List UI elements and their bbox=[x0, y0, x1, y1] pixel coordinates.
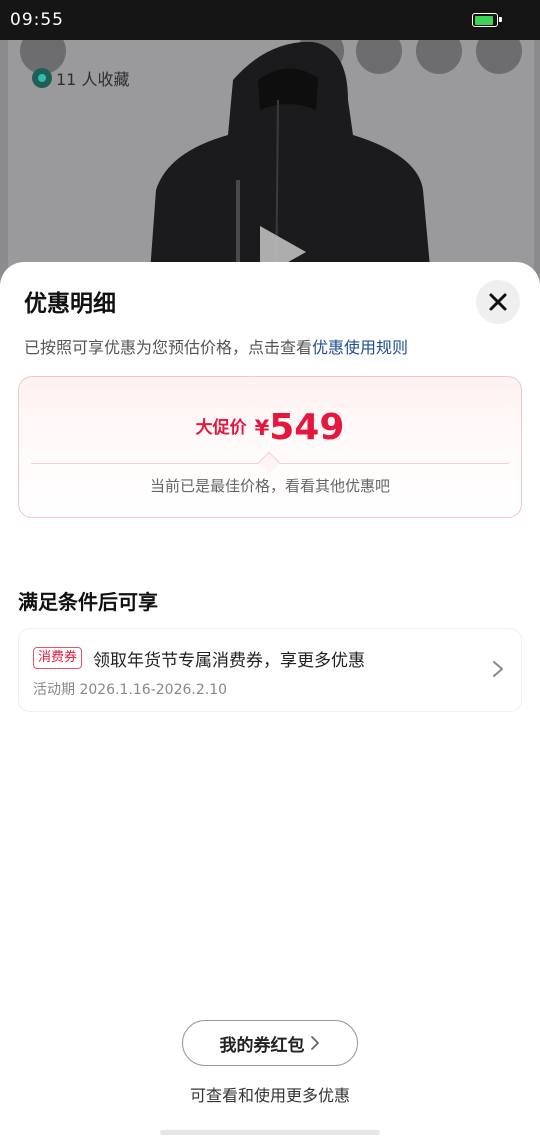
favorites-label: 11 人收藏 bbox=[56, 70, 130, 89]
product-image-frame: 11 人收藏 bbox=[8, 40, 534, 300]
close-icon bbox=[489, 293, 507, 311]
battery-icon bbox=[472, 13, 502, 27]
price-label: 大促价 bbox=[195, 418, 247, 438]
favorite-avatar-icon bbox=[32, 68, 52, 88]
discount-detail-sheet: 优惠明细 已按照可享优惠为您预估价格，点击查看优惠使用规则 大促价 ¥549 当前… bbox=[0, 262, 540, 1138]
more-button[interactable] bbox=[476, 40, 522, 74]
home-indicator bbox=[160, 1130, 380, 1135]
coupon-badge: 消费券 bbox=[33, 647, 83, 669]
coupon-card[interactable]: 消费券 领取年货节专属消费券，享更多优惠 活动期 2026.1.16-2026.… bbox=[18, 628, 522, 712]
wallet-note: 可查看和使用更多优惠 bbox=[189, 1086, 350, 1105]
price-value: 549 bbox=[269, 407, 345, 448]
coupon-text: 领取年货节专属消费券，享更多优惠 bbox=[93, 651, 365, 671]
my-coupons-label: 我的券红包 bbox=[219, 1035, 305, 1056]
price-currency: ¥ bbox=[254, 416, 270, 440]
status-time: 09:55 bbox=[10, 10, 64, 30]
product-media-area: 11 人收藏 bbox=[0, 40, 540, 300]
close-button[interactable] bbox=[476, 280, 520, 324]
subtitle-text: 已按照可享优惠为您预估价格，点击查看 bbox=[24, 338, 313, 357]
rules-link[interactable]: 优惠使用规则 bbox=[312, 338, 408, 357]
chevron-right-icon bbox=[493, 661, 503, 677]
sheet-subtitle: 已按照可享优惠为您预估价格，点击查看优惠使用规则 bbox=[24, 334, 408, 358]
favorites-count: 11 人收藏 bbox=[32, 66, 129, 90]
price-card: 大促价 ¥549 当前已是最佳价格，看看其他优惠吧 bbox=[18, 376, 522, 518]
coupon-date: 活动期 2026.1.16-2026.2.10 bbox=[33, 682, 228, 698]
sheet-title: 优惠明细 bbox=[24, 291, 116, 317]
price-notch bbox=[257, 451, 281, 475]
conditions-section-title: 满足条件后可享 bbox=[18, 590, 158, 614]
price-note: 当前已是最佳价格，看看其他优惠吧 bbox=[149, 477, 390, 495]
status-bar: 09:55 bbox=[0, 0, 540, 40]
chevron-right-icon bbox=[310, 1036, 319, 1050]
price-row: 大促价 ¥549 bbox=[19, 407, 521, 448]
my-coupons-button[interactable]: 我的券红包 bbox=[182, 1020, 358, 1066]
